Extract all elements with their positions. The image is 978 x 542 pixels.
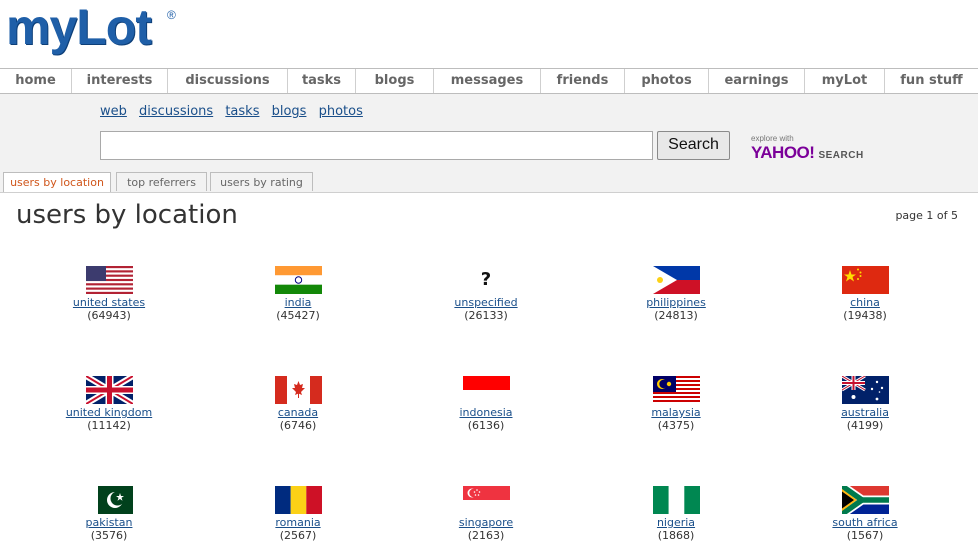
nav-blogs[interactable]: blogs (356, 69, 434, 93)
registered-mark: ® (167, 8, 176, 22)
nav-tasks[interactable]: tasks (288, 69, 356, 93)
country-link[interactable]: malaysia (616, 406, 736, 419)
country-link[interactable]: unspecified (426, 296, 546, 309)
search-scope-photos[interactable]: photos (319, 104, 363, 119)
tab-users-by-rating[interactable]: users by rating (210, 172, 313, 191)
search-scope-links: web discussions tasks blogs photos (100, 104, 371, 119)
nav-mylot[interactable]: myLot (805, 69, 885, 93)
country-cell-id: indonesia (6136) (426, 376, 546, 432)
user-count: (3576) (90, 529, 128, 542)
nav-photos[interactable]: photos (625, 69, 709, 93)
user-count: (1567) (846, 529, 884, 542)
flag-ca-icon[interactable] (238, 376, 358, 404)
tab-top-referrers[interactable]: top referrers (116, 172, 207, 191)
country-cell-unknown: ? unspecified (26133) (426, 266, 546, 322)
search-button[interactable]: Search (657, 131, 730, 160)
country-cell-my: malaysia (4375) (616, 376, 736, 432)
country-link[interactable]: south africa (805, 516, 925, 529)
flag-cn-icon[interactable] (805, 266, 925, 294)
pagination-info: page 1 of 5 (895, 209, 958, 222)
search-scope-blogs[interactable]: blogs (272, 104, 307, 119)
country-cell-ph: philippines (24813) (616, 266, 736, 322)
flag-id-icon[interactable] (426, 376, 546, 404)
user-count: (11142) (87, 419, 131, 432)
country-link[interactable]: philippines (616, 296, 736, 309)
country-link[interactable]: united states (49, 296, 169, 309)
search-scope-web[interactable]: web (100, 104, 127, 119)
country-cell-za: south africa (1567) (805, 486, 925, 542)
flag-ph-icon[interactable] (616, 266, 736, 294)
user-count: (26133) (464, 309, 508, 322)
flag-my-icon[interactable] (616, 376, 736, 404)
user-count: (64943) (87, 309, 131, 322)
yahoo-search-badge[interactable]: explore with YAHOO! SEARCH (751, 134, 864, 163)
nav-discussions[interactable]: discussions (168, 69, 288, 93)
user-count: (4199) (846, 419, 884, 432)
user-count: (2163) (467, 529, 505, 542)
user-count: (19438) (843, 309, 887, 322)
flag-au-icon[interactable] (805, 376, 925, 404)
unknown-flag-icon[interactable]: ? (463, 266, 510, 294)
user-count: (6136) (467, 419, 505, 432)
user-count: (4375) (657, 419, 695, 432)
country-cell-ro: romania (2567) (238, 486, 358, 542)
user-count: (6746) (279, 419, 317, 432)
user-count: (45427) (276, 309, 320, 322)
logo-text: myLot (6, 0, 152, 55)
nav-interests[interactable]: interests (72, 69, 168, 93)
country-link[interactable]: australia (805, 406, 925, 419)
country-cell-ng: nigeria (1868) (616, 486, 736, 542)
country-link[interactable]: china (805, 296, 925, 309)
country-cell-us: united states (64943) (49, 266, 169, 322)
yahoo-search-text: SEARCH (818, 150, 864, 161)
country-cell-in: india (45427) (238, 266, 358, 322)
country-link[interactable]: united kingdom (49, 406, 169, 419)
country-link[interactable]: indonesia (426, 406, 546, 419)
country-link[interactable]: india (238, 296, 358, 309)
nav-earnings[interactable]: earnings (709, 69, 805, 93)
flag-ro-icon[interactable] (238, 486, 358, 514)
search-scope-tasks[interactable]: tasks (225, 104, 259, 119)
country-link[interactable]: canada (238, 406, 358, 419)
flag-pk-icon[interactable] (49, 486, 169, 514)
flag-za-icon[interactable] (805, 486, 925, 514)
country-link[interactable]: romania (238, 516, 358, 529)
country-link[interactable]: singapore (426, 516, 546, 529)
search-scope-discussions[interactable]: discussions (139, 104, 213, 119)
nav-fun-stuff[interactable]: fun stuff (885, 69, 978, 93)
user-count: (24813) (654, 309, 698, 322)
country-cell-cn: china (19438) (805, 266, 925, 322)
tab-users-by-location[interactable]: users by location (3, 172, 111, 192)
flag-sg-icon[interactable] (426, 486, 546, 514)
flag-us-icon[interactable] (49, 266, 169, 294)
page-title: users by location (16, 200, 238, 230)
nav-messages[interactable]: messages (434, 69, 541, 93)
search-input[interactable] (100, 131, 653, 160)
flag-ng-icon[interactable] (616, 486, 736, 514)
flag-gb-icon[interactable] (49, 376, 169, 404)
user-count: (1868) (657, 529, 695, 542)
country-link[interactable]: pakistan (49, 516, 169, 529)
mylot-logo[interactable]: myLot ® (6, 0, 186, 64)
nav-friends[interactable]: friends (541, 69, 625, 93)
country-cell-ca: canada (6746) (238, 376, 358, 432)
main-nav: home interests discussions tasks blogs m… (0, 68, 978, 94)
yahoo-explore-text: explore with (751, 134, 794, 143)
country-cell-gb: united kingdom (11142) (49, 376, 169, 432)
country-cell-sg: singapore (2163) (426, 486, 546, 542)
nav-home[interactable]: home (0, 69, 72, 93)
flag-in-icon[interactable] (238, 266, 358, 294)
country-cell-pk: pakistan (3576) (49, 486, 169, 542)
yahoo-logo: YAHOO! (751, 143, 815, 162)
country-link[interactable]: nigeria (616, 516, 736, 529)
country-cell-au: australia (4199) (805, 376, 925, 432)
user-count: (2567) (279, 529, 317, 542)
